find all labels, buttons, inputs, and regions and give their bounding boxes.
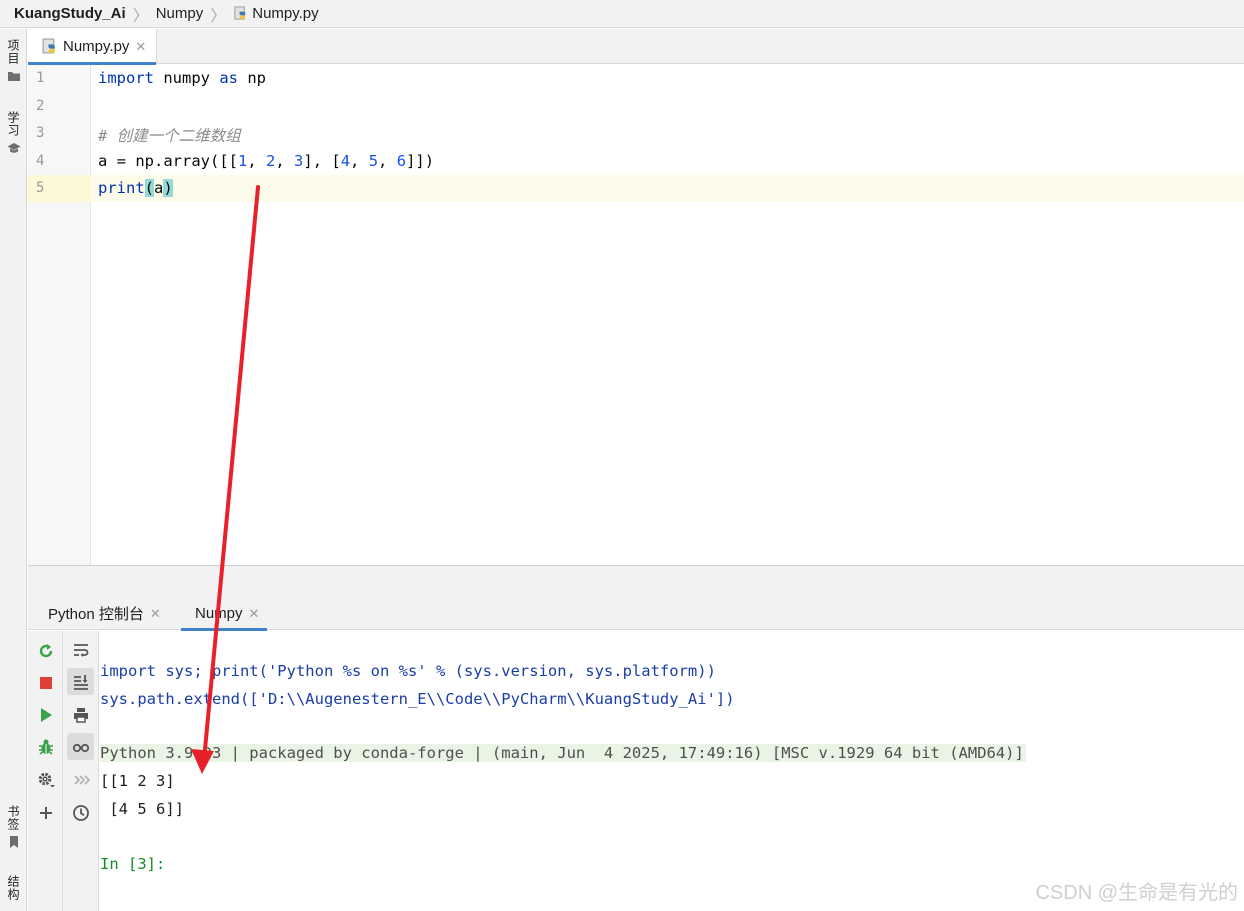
line-number: 4 [36,153,45,169]
python-file-icon [234,6,246,20]
code-token: np [238,69,266,87]
run-button[interactable] [32,701,59,728]
line-number: 2 [36,98,45,114]
run-tab-bar: Python 控制台 ✕ Numpy ✕ [28,597,1244,631]
run-toolbar-primary [28,631,63,911]
code-line-4: a = np.array([[1, 2, 3], [4, 5, 6]]) [98,152,434,170]
breadcrumb-project[interactable]: KuangStudy_Ai [14,5,126,22]
close-icon[interactable]: ✕ [249,606,260,622]
breadcrumb-file[interactable]: Numpy.py [252,5,318,22]
code-token: , [378,152,397,170]
bookmarks-tool-button[interactable]: 书签 [0,805,27,849]
code-token: as [219,69,238,87]
code-token: , [350,152,369,170]
code-token: numpy [154,69,220,87]
debug-button[interactable] [32,733,59,760]
code-number: 5 [368,152,379,170]
code-number: 3 [294,152,304,170]
run-toolbar-secondary [63,631,99,911]
console-command-line: import sys; print('Python %s on %s' % (s… [100,662,716,680]
code-token: ]]) [406,152,435,170]
settings-button[interactable] [32,766,59,793]
stop-icon [39,676,52,689]
plus-icon [39,806,52,819]
console-output-line: [4 5 6]] [100,800,184,818]
code-editor[interactable]: 1 2 3 4 5 import numpy as np # 创建一个二维数组 … [28,65,1244,565]
matched-paren: ( [144,179,155,197]
add-button[interactable] [32,799,59,826]
console-prompt: In [3]: [100,855,166,873]
folder-icon [7,72,20,81]
code-token: import [98,69,154,87]
history-button[interactable] [67,799,94,826]
tab-numpy-run[interactable]: Numpy ✕ [181,597,268,631]
code-token: , [275,152,295,170]
bookmark-icon [9,836,18,848]
close-icon[interactable]: ✕ [135,39,146,55]
rerun-button[interactable] [32,637,59,664]
project-tool-label: 项目 [6,39,20,65]
line-number: 3 [36,125,45,141]
bug-icon [38,739,53,755]
rerun-icon [39,643,52,657]
python-file-icon [42,38,55,54]
close-icon[interactable]: ✕ [150,606,161,622]
console-command-line: sys.path.extend(['D:\\Augenestern_E\\Cod… [100,690,735,708]
code-number: 2 [266,152,276,170]
line-number: 1 [36,70,45,86]
tab-python-console[interactable]: Python 控制台 ✕ [40,597,169,630]
execute-in-console-button[interactable] [67,766,94,793]
console-output[interactable]: import sys; print('Python %s on %s' % (s… [100,631,1244,911]
code-number: 6 [396,152,407,170]
code-token: , [247,152,266,170]
play-icon [40,707,52,722]
watermark: CSDN @生命是有光的 [1035,882,1238,904]
code-token: ], [ [303,152,341,170]
code-number: 1 [237,152,248,170]
tab-label: Python 控制台 [48,606,144,623]
code-number: 4 [340,152,351,170]
editor-tab-numpy-py[interactable]: Numpy.py ✕ [28,29,158,65]
code-token: a [154,179,164,197]
glasses-icon [72,743,89,752]
breadcrumb: KuangStudy_Ai 〉 Numpy 〉 Numpy.py [0,0,1244,28]
show-variables-button[interactable] [67,733,94,760]
line-number: 5 [36,180,45,196]
editor-tab-label: Numpy.py [63,38,130,55]
gear-icon [38,772,55,787]
tab-label: Numpy [195,605,243,622]
stop-button[interactable] [32,669,59,696]
clock-icon [72,804,89,821]
print-button[interactable] [67,701,94,728]
soft-wrap-icon [73,643,88,657]
code-token: print [98,179,145,197]
scroll-to-end-button[interactable] [67,668,94,695]
double-chevron-right-icon [73,774,90,785]
editor-tab-bar: Numpy.py ✕ [28,29,1244,65]
bookmarks-tool-label: 书签 [6,805,20,831]
learn-tool-label: 学习 [6,111,20,137]
code-line-3: # 创建一个二维数组 [98,124,241,146]
learn-tool-button[interactable]: 学习 [0,111,27,155]
chevron-right-icon: 〉 [132,7,149,25]
console-python-banner: Python 3.9.23 | packaged by conda-forge … [100,744,1026,762]
panel-splitter[interactable] [28,565,1244,597]
left-tool-strip: 项目 学习 书签 结构 [0,29,27,911]
breadcrumb-folder[interactable]: Numpy [156,5,204,22]
code-comment: # 创建一个二维数组 [98,127,241,145]
chevron-right-icon: 〉 [210,7,227,25]
scroll-to-end-icon [73,674,88,690]
printer-icon [73,707,88,723]
soft-wrap-button[interactable] [67,636,94,663]
graduation-cap-icon [7,143,20,153]
console-output-line: [[1 2 3] [100,772,175,790]
matched-paren: ) [163,179,173,197]
code-token: a = np.array([[ [98,152,238,170]
structure-tool-button[interactable]: 结构 [0,875,27,901]
code-line-5: print(a) [98,179,173,197]
structure-tool-label: 结构 [6,875,20,901]
code-line-1: import numpy as np [98,69,266,87]
project-tool-button[interactable]: 项目 [0,39,27,83]
caret-row-highlight [28,175,1244,202]
